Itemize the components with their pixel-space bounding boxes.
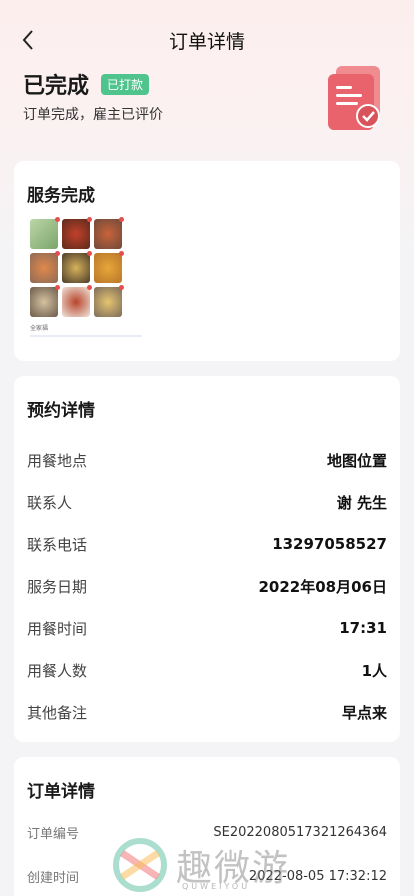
detail-row: 服务日期 2022年08月06日 (27, 574, 387, 598)
row-label: 创建时间 (27, 870, 80, 886)
food-photo (94, 251, 124, 283)
food-photo (94, 285, 124, 317)
chevron-left-icon (22, 30, 33, 50)
document-icon (328, 66, 380, 130)
booking-card: 预约详情 用餐地点 地图位置 联系人 谢 先生 联系电话 13297058527… (14, 376, 400, 742)
food-photo (30, 285, 60, 317)
row-label: 服务日期 (27, 577, 88, 596)
detail-row: 联系电话 13297058527 (27, 532, 387, 556)
detail-row: 用餐时间 17:31 (27, 616, 387, 640)
booking-title: 预约详情 (27, 401, 95, 421)
service-photo[interactable]: 全家福 (30, 215, 142, 339)
food-photo (30, 217, 60, 249)
row-label: 用餐人数 (27, 661, 88, 680)
page-title: 订单详情 (168, 30, 245, 53)
status-title: 已完成 (23, 74, 90, 99)
service-title: 服务完成 (27, 186, 95, 206)
food-photo (62, 251, 92, 283)
row-label: 订单编号 (27, 826, 80, 842)
detail-row: 联系人 谢 先生 (27, 490, 387, 514)
row-value: 2022年08月06日 (258, 577, 388, 596)
service-card: 服务完成 全家福 (14, 161, 400, 361)
row-value: 早点来 (341, 703, 387, 722)
map-location-link[interactable]: 地图位置 (327, 450, 387, 471)
row-value: 谢 先生 (336, 493, 387, 512)
detail-row: 其他备注 早点来 (27, 700, 387, 724)
status-row: 已完成 已打款 (23, 68, 150, 100)
status-description: 订单完成，雇主已评价 (23, 107, 163, 123)
row-label: 用餐时间 (27, 619, 88, 638)
divider (30, 335, 142, 337)
detail-row: 用餐人数 1人 (27, 658, 387, 682)
watermark-subtext: QUWEIYOU (182, 882, 251, 891)
order-title: 订单详情 (27, 782, 95, 802)
photo-caption: 全家福 (30, 325, 49, 332)
watermark-logo-icon (113, 838, 167, 892)
row-value: 17:31 (339, 619, 387, 637)
row-label: 联系人 (27, 493, 73, 512)
food-photo (94, 217, 124, 249)
phone-value[interactable]: 13297058527 (272, 535, 387, 553)
row-value: 1人 (361, 661, 387, 680)
paid-badge: 已打款 (101, 73, 150, 95)
watermark: 趣微游 QUWEIYOU (112, 834, 312, 896)
food-photo (62, 217, 92, 249)
back-button[interactable] (16, 28, 40, 52)
row-label: 其他备注 (27, 703, 88, 722)
food-photo (30, 251, 60, 283)
food-photo (62, 285, 92, 317)
photo-collage (30, 217, 126, 317)
row-label: 联系电话 (27, 535, 88, 554)
detail-row: 用餐地点 地图位置 (27, 448, 387, 472)
row-label: 用餐地点 (27, 451, 88, 470)
nav-bar: 订单详情 (0, 18, 414, 62)
